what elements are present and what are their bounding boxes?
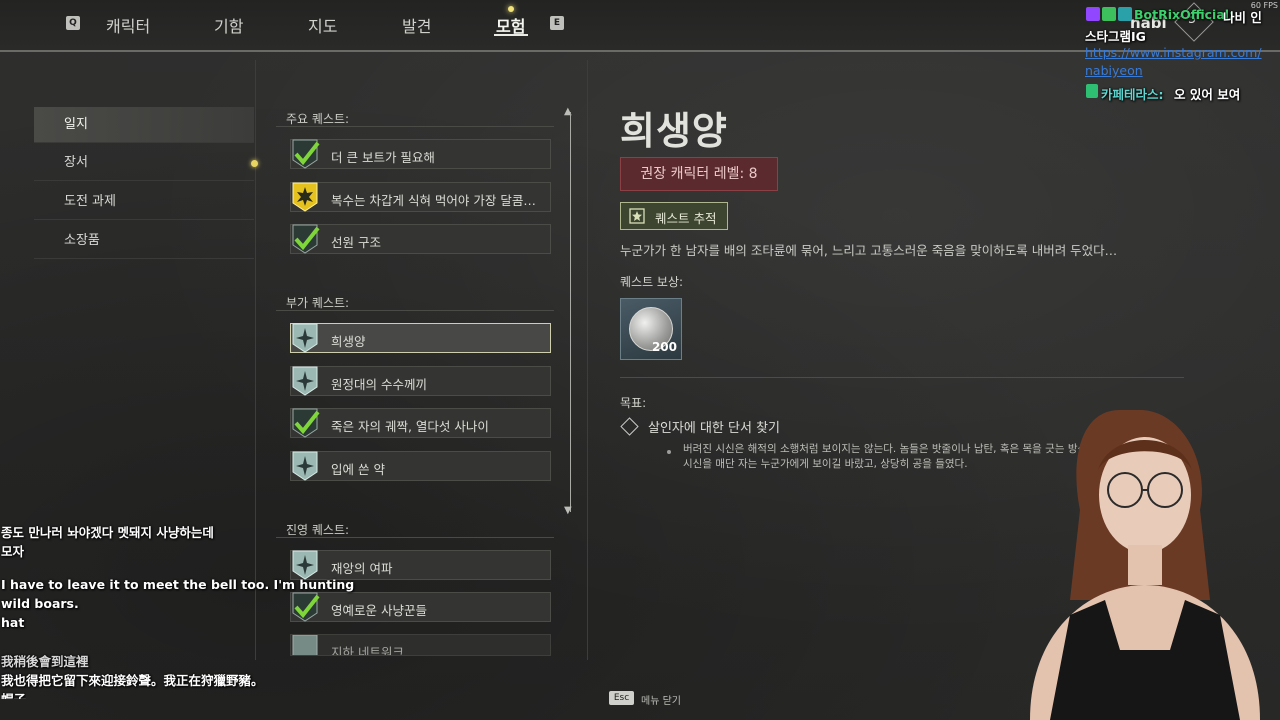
main-quests-label: 주요 퀘스트: [286, 112, 350, 126]
chat-user-2: 카페테라스: [1101, 87, 1164, 102]
star-pin-icon [629, 208, 645, 224]
quest-label: 지하 네트워크 [331, 645, 404, 656]
objective-text: 살인자에 대한 단서 찾기 [648, 421, 780, 436]
compass-star-icon [292, 323, 318, 353]
compass-star-icon [292, 366, 318, 396]
subtitle-ko-2: 모자 [1, 544, 25, 559]
quest-side-2[interactable]: 원정대의 수수께끼 [290, 366, 551, 396]
subtitle-en-3: hat [1, 615, 25, 630]
pencil-icon [1102, 7, 1116, 21]
tab-map[interactable]: 지도 [308, 13, 337, 37]
subtitle-zh-2: 我也得把它留下來迎接鈴聲。我正在狩獵野豬。 [1, 673, 264, 688]
quest-side-3[interactable]: 죽은 자의 궤짝, 열다섯 사나이 [290, 408, 551, 438]
quest-faction-2[interactable]: 영예로운 사냥꾼들 [290, 592, 551, 622]
checkmark-icon [292, 408, 320, 438]
quest-label: 영예로운 사냥꾼들 [331, 603, 427, 618]
tab-notification-dot [508, 6, 514, 12]
list-divider [587, 60, 588, 660]
quest-faction-3[interactable]: 지하 네트워크 [290, 634, 551, 656]
faction-quests-label: 진영 퀘스트: [286, 523, 350, 537]
tab-ship[interactable]: 기함 [214, 13, 243, 37]
chat-link-1[interactable]: https://www.instagram.com/ [1085, 45, 1262, 60]
bullet-icon [667, 450, 671, 454]
section-divider [276, 126, 554, 127]
quest-main-2[interactable]: 복수는 차갑게 식혀 먹어야 가장 달콤… [290, 182, 551, 212]
quest-label: 죽은 자의 궤짝, 열다섯 사나이 [331, 419, 489, 434]
menu-item-collection[interactable]: 소장품 [34, 223, 254, 259]
reward-coin-tile[interactable]: 200 [620, 298, 682, 360]
library-new-dot [251, 160, 258, 167]
track-quest-label: 퀘스트 추적 [655, 211, 717, 226]
quest-main-1[interactable]: 더 큰 보트가 필요해 [290, 139, 551, 169]
menu-item-journal[interactable]: 일지 [34, 107, 254, 143]
quest-label: 재앙의 여파 [331, 561, 393, 576]
subtitle-zh-1: 我稍後會到這裡 [1, 654, 89, 669]
quest-faction-1[interactable]: 재앙의 여파 [290, 550, 551, 580]
reward-count: 200 [651, 340, 677, 354]
close-menu-label: 메뉴 닫기 [641, 696, 681, 707]
chat-text-1-line2: 스타그램IG [1085, 29, 1146, 44]
menu-item-challenges[interactable]: 도전 과제 [34, 184, 254, 220]
quest-description: 누군가가 한 남자를 배의 조타륜에 묶어, 느리고 고통스러운 죽음을 맞이하… [620, 243, 1118, 258]
compass-star-icon [292, 451, 318, 481]
quest-label: 입에 쓴 약 [331, 462, 385, 477]
quest-main-3[interactable]: 선원 구조 [290, 224, 551, 254]
checkmark-icon [292, 139, 320, 169]
subtitle-ko-1: 종도 만나러 놔야겠다 멧돼지 사냥하는데 [1, 525, 214, 540]
quest-title: 희생양 [620, 109, 728, 153]
subtitle-en-2: wild boars. [1, 596, 79, 611]
compass-star-icon [292, 635, 318, 655]
quest-label: 복수는 차갑게 식혀 먹어야 가장 달콤… [331, 193, 536, 208]
side-quests-label: 부가 퀘스트: [286, 296, 350, 310]
twitch-icon [1086, 7, 1100, 21]
checkmark-icon [292, 224, 320, 254]
esc-key[interactable]: Esc [609, 691, 634, 705]
chat-link-2[interactable]: nabiyeon [1085, 63, 1143, 78]
subtitle-zh-3: 帽子 [1, 689, 26, 699]
chat-user-1: BotRixOfficial: [1134, 7, 1235, 22]
menu-divider [255, 60, 256, 660]
scroll-down-arrow-icon[interactable]: ▼ [564, 505, 572, 516]
checkmark-icon [292, 592, 320, 622]
quest-list-scrollbar[interactable] [570, 112, 571, 512]
section-divider [276, 310, 554, 311]
next-tab-key[interactable]: E [550, 16, 564, 30]
recommended-level-badge: 권장 캐릭터 레벨: 8 [620, 157, 778, 191]
gold-burst-icon [292, 182, 318, 212]
chat-text-2: 오 있어 보여 [1174, 87, 1241, 102]
prev-tab-key[interactable]: Q [66, 16, 80, 30]
quest-side-4[interactable]: 입에 쓴 약 [290, 451, 551, 481]
quest-label: 더 큰 보트가 필요해 [331, 150, 435, 165]
user-icon [1086, 84, 1098, 98]
active-tab-underline [494, 34, 528, 36]
quest-label: 희생양 [331, 334, 366, 349]
track-quest-button[interactable]: 퀘스트 추적 [620, 202, 728, 230]
webcam-overlay [1030, 410, 1260, 720]
bot-icon [1118, 7, 1132, 21]
tab-discovery[interactable]: 발견 [402, 13, 431, 37]
reward-label: 퀘스트 보상: [620, 275, 684, 289]
menu-item-library[interactable]: 장서 [34, 145, 254, 181]
quest-label: 선원 구조 [331, 235, 381, 250]
section-divider [276, 537, 554, 538]
quest-label: 원정대의 수수께끼 [331, 377, 427, 392]
chat-text-1: 나비 인 [1223, 10, 1262, 25]
divider [620, 377, 1184, 378]
quest-side-1-selected[interactable]: 희생양 [290, 323, 551, 353]
objective-label: 목표: [620, 396, 647, 410]
subtitle-en-1: I have to leave it to meet the bell too.… [1, 577, 355, 592]
tab-character[interactable]: 캐릭터 [106, 13, 150, 37]
